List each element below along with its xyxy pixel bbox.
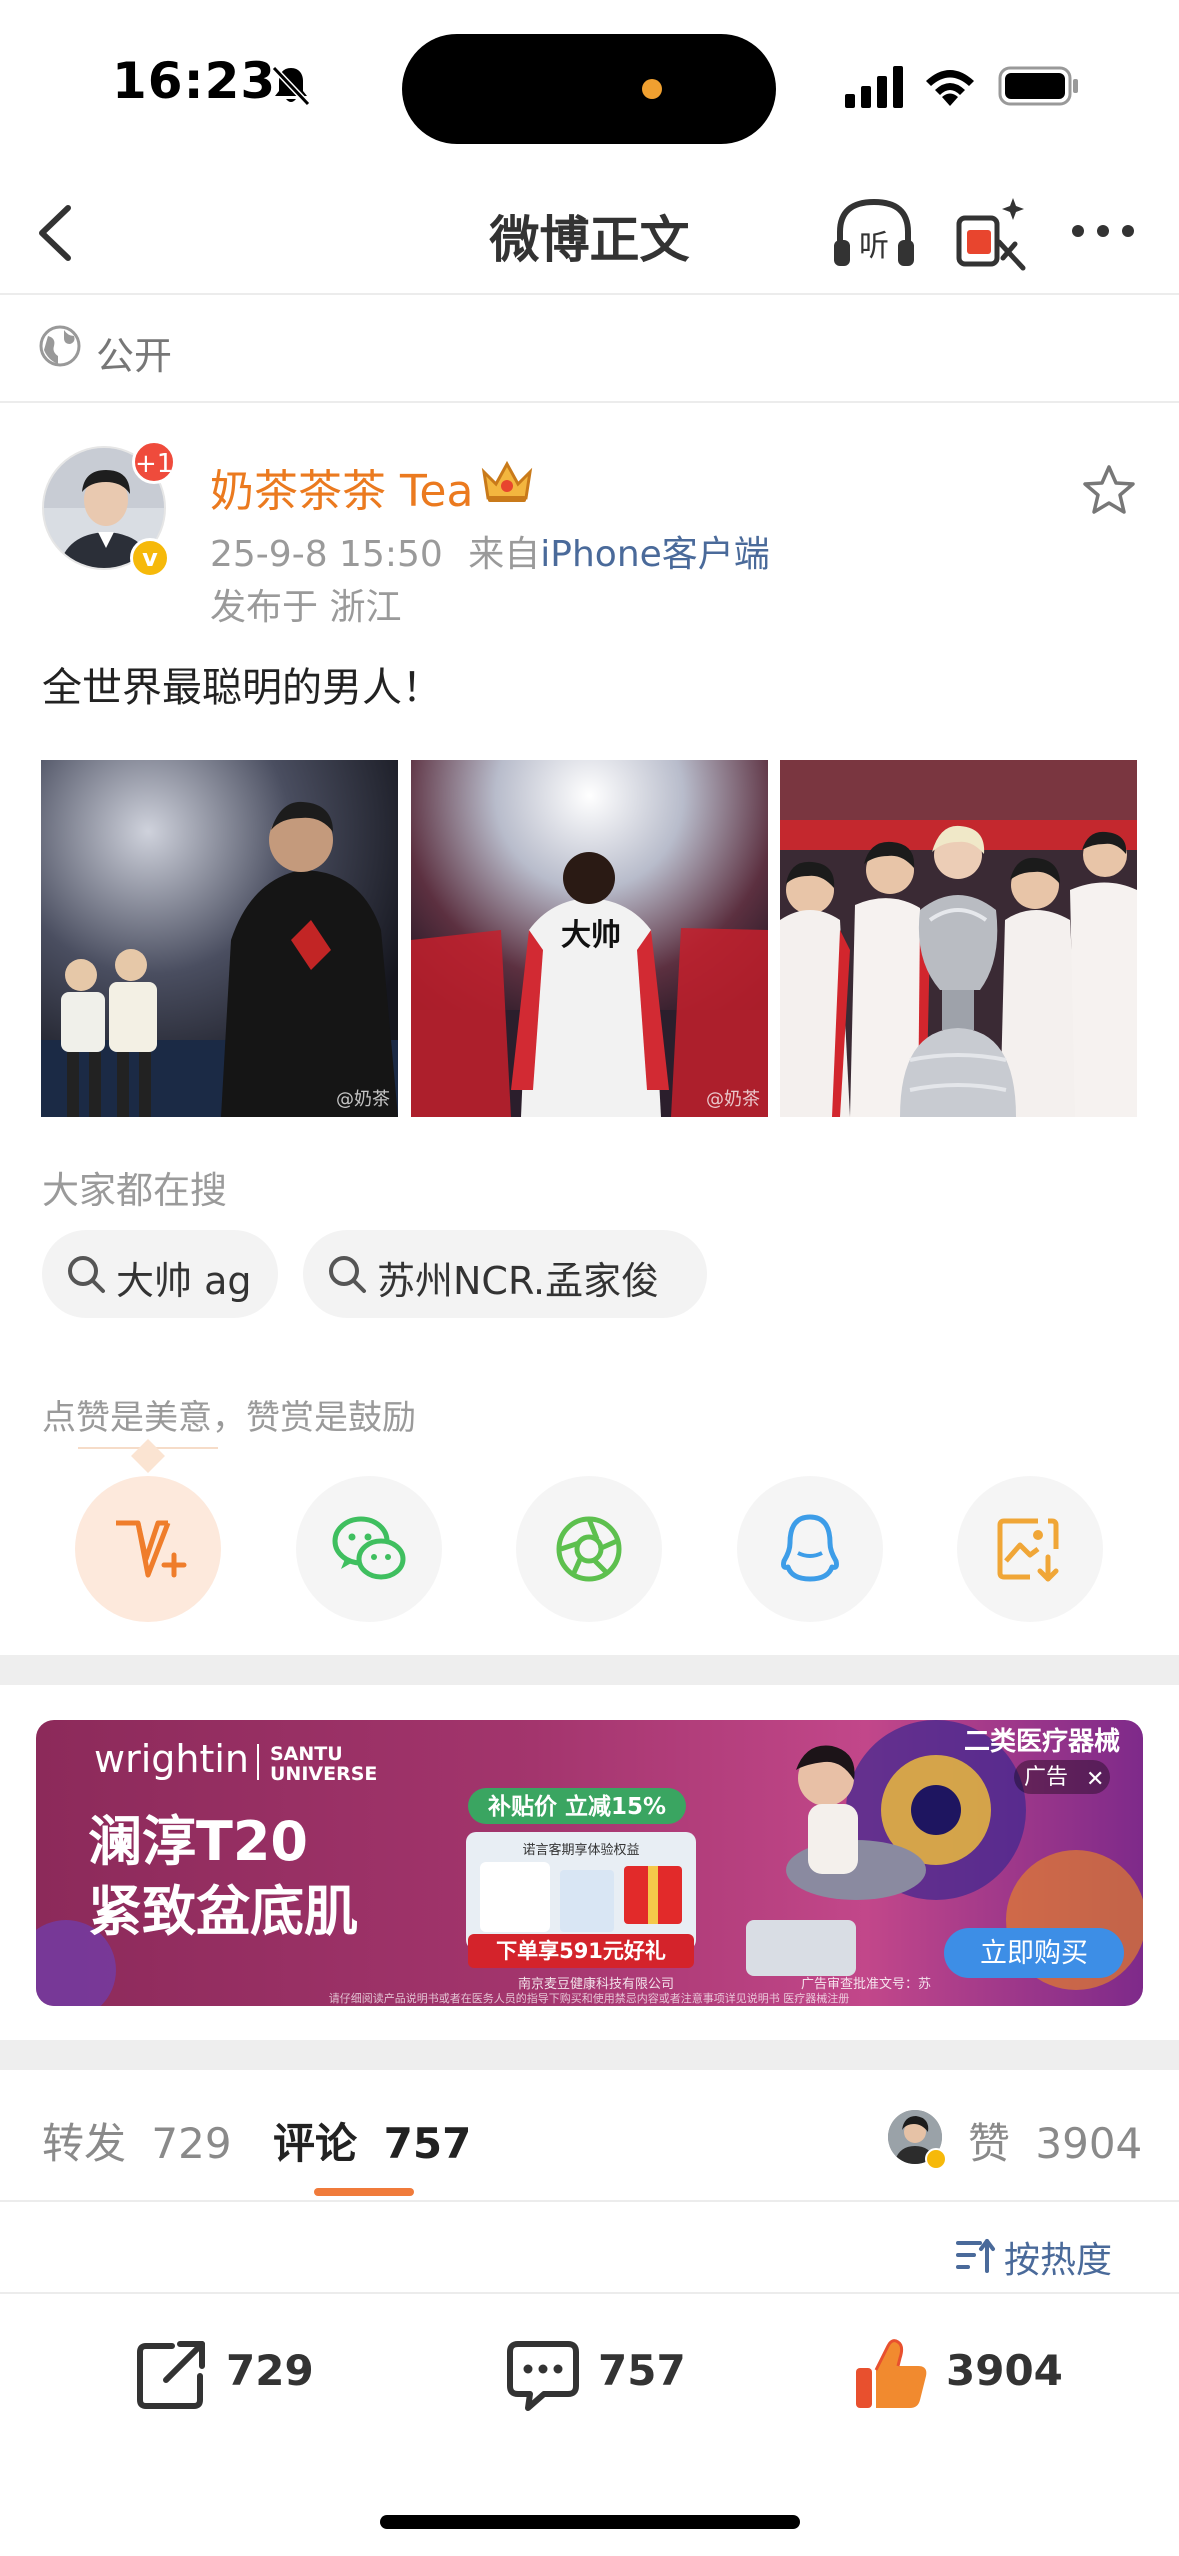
comment-icon	[507, 2341, 579, 2411]
listen-icon[interactable]: 听	[830, 192, 918, 274]
ad-banner[interactable]: wrightin SANTU UNIVERSE 澜淳T20 紧致盆底肌 补贴价 …	[36, 1720, 1143, 2006]
liker-verified-badge	[925, 2148, 947, 2170]
search-chip-label: 苏州NCR.孟家俊	[377, 1259, 660, 1303]
tab-like[interactable]: 赞 3904	[968, 2110, 1142, 2171]
thumbs-up-icon	[856, 2339, 927, 2408]
ad-label: 广告	[1024, 1765, 1068, 1790]
reward-icon	[116, 1520, 187, 1578]
dynamic-island	[402, 34, 776, 144]
ad-cta: 立即购买	[980, 1938, 1088, 1969]
ad-brand2-line2: UNIVERSE	[270, 1763, 377, 1785]
ad-close-icon: ✕	[1086, 1767, 1104, 1792]
tab-repost[interactable]: 转发 729	[42, 2110, 232, 2171]
share-qq-button[interactable]	[737, 1476, 883, 1622]
ad-box-label: 诺言客期享体验权益	[522, 1842, 639, 1858]
ad-approval: 广告审查批准文号：苏	[801, 1976, 931, 1992]
repost-count: 729	[226, 2346, 314, 2395]
post-image-2[interactable]: 大帅 @奶茶	[411, 760, 768, 1117]
jersey-text: 大帅	[561, 918, 621, 953]
wifi-icon	[926, 70, 974, 106]
ad-brand: wrightin	[94, 1737, 249, 1781]
ad-headline-2: 紧致盆底肌	[88, 1880, 358, 1943]
favorite-star-icon[interactable]	[1080, 462, 1138, 520]
ad-disclaimer: 请仔细阅读产品说明书或者在医务人员的指导下购买和使用禁忌内容或者注意事项详见说明…	[329, 1991, 850, 2005]
reward-button[interactable]	[75, 1476, 221, 1622]
image-team-trophy	[780, 760, 1137, 1117]
crown-icon	[481, 460, 533, 502]
search-icon	[329, 1256, 366, 1293]
save-image-button[interactable]	[957, 1476, 1103, 1622]
post-location: 发布于 浙江	[210, 587, 402, 628]
ad-category-tag: 二类医疗器械	[964, 1726, 1120, 1757]
nav-bar: 微博正文 听	[0, 170, 1179, 295]
ad-promo: 补贴价 立减15%	[488, 1793, 666, 1820]
ad-gift: 下单享591元好礼	[496, 1939, 666, 1963]
repost-icon	[137, 2341, 205, 2409]
like-count: 3904	[946, 2346, 1063, 2395]
visibility-label: 公开	[96, 334, 173, 378]
comment-button[interactable]: 757	[504, 2330, 704, 2420]
save-image-icon	[997, 1518, 1059, 1582]
avatar-new-badge: +1	[132, 440, 176, 484]
post-meta: 25-9-8 15:50 来自iPhone客户端	[210, 525, 770, 577]
svg-text:听: 听	[859, 229, 889, 264]
source-prefix: 来自	[468, 534, 541, 575]
ad-company: 南京麦豆健康科技有限公司	[518, 1976, 674, 1992]
qq-icon	[781, 1514, 839, 1582]
tab-repost-count: 729	[151, 2119, 232, 2168]
post-time: 25-9-8 15:50	[210, 534, 443, 575]
tab-repost-label: 转发	[42, 2119, 127, 2168]
search-chip-label: 大帅 ag	[116, 1259, 252, 1303]
tab-comment-count: 757	[383, 2119, 472, 2168]
share-moments-button[interactable]	[516, 1476, 662, 1622]
repost-button[interactable]: 729	[132, 2330, 332, 2420]
red-packet-icon[interactable]	[953, 192, 1031, 274]
island-indicator	[642, 79, 662, 99]
post-text: 全世界最聪明的男人！	[42, 665, 442, 711]
verified-badge: v	[130, 538, 170, 578]
bell-slash-icon	[271, 65, 311, 107]
tab-like-count: 3904	[1035, 2119, 1143, 2168]
image-stage-player	[41, 760, 398, 1117]
ad-headline-1: 澜淳T20	[88, 1810, 308, 1873]
search-chip[interactable]: 大帅 ag	[42, 1230, 278, 1318]
ad-brand2-line1: SANTU	[270, 1743, 343, 1765]
sort-label: 按热度	[1004, 2240, 1113, 2281]
reward-hint: 点赞是美意，赞赏是鼓励	[42, 1398, 416, 1438]
share-wechat-button[interactable]	[296, 1476, 442, 1622]
trending-search-title: 大家都在搜	[42, 1169, 227, 1212]
post-image-1[interactable]: @奶茶	[41, 760, 398, 1117]
battery-icon	[998, 66, 1078, 106]
home-indicator[interactable]	[380, 2515, 800, 2529]
section-divider	[0, 1655, 1179, 1685]
post-image-3[interactable]	[780, 760, 1137, 1117]
image-watermark: @奶茶	[336, 1089, 390, 1110]
globe-icon	[39, 325, 81, 367]
image-jersey-back: 大帅	[411, 760, 768, 1117]
ad-artwork: wrightin SANTU UNIVERSE 澜淳T20 紧致盆底肌 补贴价 …	[36, 1720, 1143, 2006]
like-button[interactable]: 3904	[852, 2330, 1092, 2420]
tab-comment[interactable]: 评论 757	[273, 2110, 471, 2171]
moments-icon	[556, 1516, 622, 1582]
comment-count: 757	[598, 2346, 686, 2395]
section-divider	[0, 2040, 1179, 2070]
interaction-tabs: 转发 729 评论 757 赞 3904	[0, 2070, 1179, 2202]
status-bar: 16:23	[0, 0, 1179, 170]
sort-button[interactable]: 按热度	[954, 2225, 1134, 2285]
visibility-row: 公开	[0, 297, 1179, 403]
search-icon	[68, 1256, 105, 1293]
tab-like-label: 赞	[968, 2119, 1011, 2168]
wechat-icon	[332, 1516, 406, 1580]
tab-comment-label: 评论	[273, 2119, 358, 2168]
status-time: 16:23	[112, 52, 277, 110]
active-tab-indicator	[314, 2188, 414, 2196]
reward-pointer	[131, 1439, 165, 1473]
signal-icon	[845, 66, 903, 108]
sort-icon	[956, 2239, 995, 2273]
search-chip[interactable]: 苏州NCR.孟家俊	[303, 1230, 707, 1318]
username[interactable]: 奶茶茶茶 Tea	[210, 455, 473, 519]
more-icon[interactable]	[1068, 206, 1138, 256]
image-watermark: @奶茶	[706, 1089, 760, 1110]
post-source[interactable]: iPhone客户端	[540, 534, 770, 575]
